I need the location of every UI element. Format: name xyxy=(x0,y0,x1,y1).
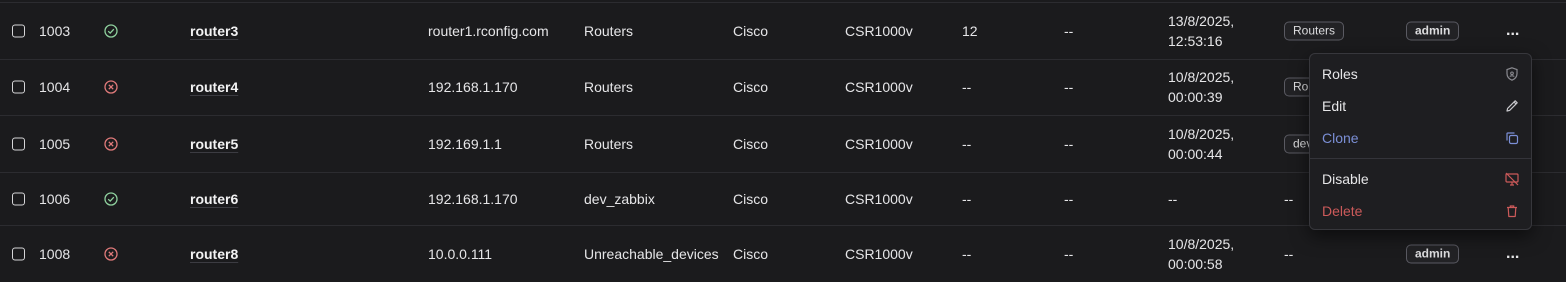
device-vendor: Cisco xyxy=(733,23,769,39)
menu-divider xyxy=(1310,158,1531,159)
device-address: router1.rconfig.com xyxy=(428,23,549,39)
device-model: CSR1000v xyxy=(845,246,913,262)
x-circle-icon xyxy=(104,80,118,94)
user-badge: admin xyxy=(1406,21,1460,41)
last-seen-date: 10/8/2025, xyxy=(1168,126,1235,142)
device-count: -- xyxy=(962,136,972,152)
device-name-link[interactable]: router5 xyxy=(190,136,238,152)
menu-item-disable[interactable]: Disable xyxy=(1310,163,1531,195)
row-checkbox[interactable] xyxy=(12,80,25,94)
device-vendor: Cisco xyxy=(733,246,769,262)
device-id: 1004 xyxy=(39,79,71,95)
menu-item-label: Roles xyxy=(1322,66,1358,82)
row-actions-button[interactable]: ... xyxy=(1506,246,1519,262)
row-checkbox[interactable] xyxy=(12,24,25,38)
device-name-link[interactable]: router3 xyxy=(190,23,238,39)
device-count: -- xyxy=(962,191,972,207)
tag-badge: Routers xyxy=(1284,21,1345,41)
last-seen-date: 13/8/2025, xyxy=(1168,13,1235,29)
menu-item-label: Delete xyxy=(1322,203,1363,219)
menu-item-edit[interactable]: Edit xyxy=(1310,90,1531,122)
device-vendor: Cisco xyxy=(733,79,769,95)
device-model: CSR1000v xyxy=(845,23,913,39)
tag-cell: Routers xyxy=(1284,21,1345,41)
device-id: 1005 xyxy=(39,136,71,152)
device-extra: -- xyxy=(1064,79,1074,95)
device-count: 12 xyxy=(962,23,978,39)
device-category: Routers xyxy=(584,79,634,95)
last-seen: 13/8/2025, 12:53:16 xyxy=(1168,11,1234,51)
menu-item-label: Clone xyxy=(1322,130,1359,146)
device-category: dev_zabbix xyxy=(584,191,655,207)
copy-icon xyxy=(1504,130,1520,146)
device-name-link[interactable]: router6 xyxy=(190,191,238,207)
last-seen: -- xyxy=(1168,191,1178,207)
device-extra: -- xyxy=(1064,136,1074,152)
device-extra: -- xyxy=(1064,191,1074,207)
menu-item-delete[interactable]: Delete xyxy=(1310,195,1531,227)
monitor-off-icon xyxy=(1504,171,1520,187)
device-address: 10.0.0.111 xyxy=(428,246,493,262)
device-address: 192.168.1.170 xyxy=(428,79,518,95)
table-row[interactable]: 1003 router3 router1.rconfig.com Routers… xyxy=(0,2,1566,60)
device-category: Routers xyxy=(584,136,634,152)
device-count: -- xyxy=(962,246,972,262)
row-checkbox[interactable] xyxy=(12,247,25,261)
menu-item-roles[interactable]: Roles xyxy=(1310,58,1531,90)
device-name-link[interactable]: router8 xyxy=(190,246,238,262)
device-vendor: Cisco xyxy=(733,191,769,207)
table-row[interactable]: 1008 router8 10.0.0.111 Unreachable_devi… xyxy=(0,226,1566,282)
menu-item-label: Disable xyxy=(1322,171,1369,187)
device-extra: -- xyxy=(1064,23,1074,39)
row-checkbox[interactable] xyxy=(12,137,25,151)
last-seen: 10/8/2025, 00:00:58 xyxy=(1168,234,1234,274)
user-cell: admin xyxy=(1406,244,1460,264)
last-seen: 10/8/2025, 00:00:39 xyxy=(1168,67,1234,107)
last-seen-date: 10/8/2025, xyxy=(1168,236,1235,252)
device-id: 1006 xyxy=(39,191,71,207)
row-actions-menu: Roles Edit Clone Disable Delete xyxy=(1309,53,1532,230)
last-seen-time: 00:00:39 xyxy=(1168,89,1223,105)
tag-cell: -- xyxy=(1284,191,1294,207)
device-address: 192.169.1.1 xyxy=(428,136,502,152)
menu-item-label: Edit xyxy=(1322,98,1347,114)
check-circle-icon xyxy=(104,24,118,38)
user-badge: admin xyxy=(1406,244,1460,264)
device-id: 1008 xyxy=(39,246,71,262)
device-id: 1003 xyxy=(39,23,71,39)
last-seen-date: 10/8/2025, xyxy=(1168,69,1235,85)
tag-cell: -- xyxy=(1284,246,1294,262)
check-circle-icon xyxy=(104,192,118,206)
device-count: -- xyxy=(962,79,972,95)
row-checkbox[interactable] xyxy=(12,192,25,206)
device-model: CSR1000v xyxy=(845,136,913,152)
device-vendor: Cisco xyxy=(733,136,769,152)
device-model: CSR1000v xyxy=(845,79,913,95)
x-circle-icon xyxy=(104,137,118,151)
trash-icon xyxy=(1504,203,1520,219)
device-category: Routers xyxy=(584,23,634,39)
device-address: 192.168.1.170 xyxy=(428,191,518,207)
last-seen: 10/8/2025, 00:00:44 xyxy=(1168,124,1234,164)
x-circle-icon xyxy=(104,247,118,261)
row-actions-button[interactable]: ... xyxy=(1506,23,1519,39)
last-seen-time: 00:00:58 xyxy=(1168,256,1223,272)
device-name-link[interactable]: router4 xyxy=(190,79,238,95)
device-extra: -- xyxy=(1064,246,1074,262)
device-model: CSR1000v xyxy=(845,191,913,207)
last-seen-time: 00:00:44 xyxy=(1168,146,1223,162)
pencil-icon xyxy=(1504,98,1520,114)
last-seen-time: 12:53:16 xyxy=(1168,33,1223,49)
device-category: Unreachable_devices xyxy=(584,246,719,262)
user-cell: admin xyxy=(1406,21,1460,41)
menu-item-clone[interactable]: Clone xyxy=(1310,122,1531,154)
shield-icon xyxy=(1504,66,1520,82)
